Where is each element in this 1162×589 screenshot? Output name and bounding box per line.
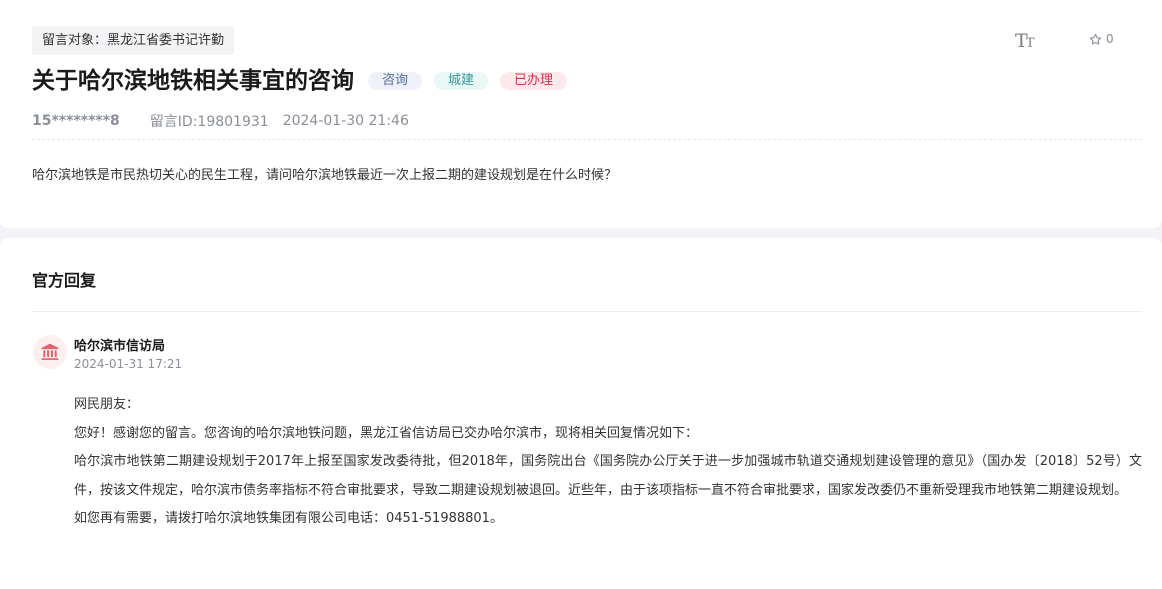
category-badge: 咨询 (368, 72, 423, 90)
star-icon (1089, 33, 1102, 45)
reply-heading: 官方回复 (32, 271, 97, 290)
reply-card: 官方回复 哈尔滨市信访局 2024-01-31 17:21 网民朋友： 您好！感… (0, 238, 1162, 589)
reply-paragraph: 哈尔滨市地铁第二期建设规划于2017年上报至国家发改委待批，但2018年，国务院… (74, 454, 1142, 498)
message-target: 留言对象：黑龙江省委书记许勤 (32, 26, 235, 55)
divider (32, 311, 1142, 312)
font-size-icon-big: T (1015, 30, 1028, 52)
type-badge: 城建 (434, 72, 489, 90)
message-card: 留言对象：黑龙江省委书记许勤 TT 0 关于哈尔滨地铁相关事宜的咨询 咨询 城建… (0, 0, 1162, 228)
divider (32, 139, 1142, 140)
message-meta: 15********8 留言ID:19801931 2024-01-30 21:… (32, 111, 409, 131)
government-building-icon (41, 343, 59, 360)
reply-paragraph: 您好！感谢您的留言。您咨询的哈尔滨地铁问题，黑龙江省信访局已交办哈尔滨市，现将相… (74, 425, 699, 441)
title-row: 关于哈尔滨地铁相关事宜的咨询 咨询 城建 已办理 (32, 64, 568, 98)
department-avatar (33, 335, 67, 369)
reply-paragraph: 网民朋友： (74, 397, 140, 412)
department-name: 哈尔滨市信访局 (74, 339, 166, 354)
message-user: 15********8 (32, 113, 120, 129)
reply-paragraph: 如您再有需要，请拨打哈尔滨地铁集团有限公司电话：0451-51988801。 (74, 511, 503, 526)
reply-time: 2024-01-31 17:21 (74, 357, 183, 371)
favorite-count: 0 (1106, 32, 1114, 46)
message-id: 留言ID:19801931 (149, 114, 269, 130)
reply-body: 网民朋友： 您好！感谢您的留言。您咨询的哈尔滨地铁问题，黑龙江省信访局已交办哈尔… (74, 391, 1142, 534)
status-badge: 已办理 (500, 72, 568, 90)
font-size-icon-small: T (1025, 36, 1035, 51)
page-title: 关于哈尔滨地铁相关事宜的咨询 (32, 68, 354, 94)
message-content: 哈尔滨地铁是市民热切关心的民生工程，请问哈尔滨地铁最近一次上报二期的建设规划是在… (32, 168, 618, 183)
font-size-icon[interactable]: TT (1015, 30, 1035, 52)
message-time: 2024-01-30 21:46 (282, 113, 409, 129)
favorite-button[interactable]: 0 (1089, 32, 1114, 46)
